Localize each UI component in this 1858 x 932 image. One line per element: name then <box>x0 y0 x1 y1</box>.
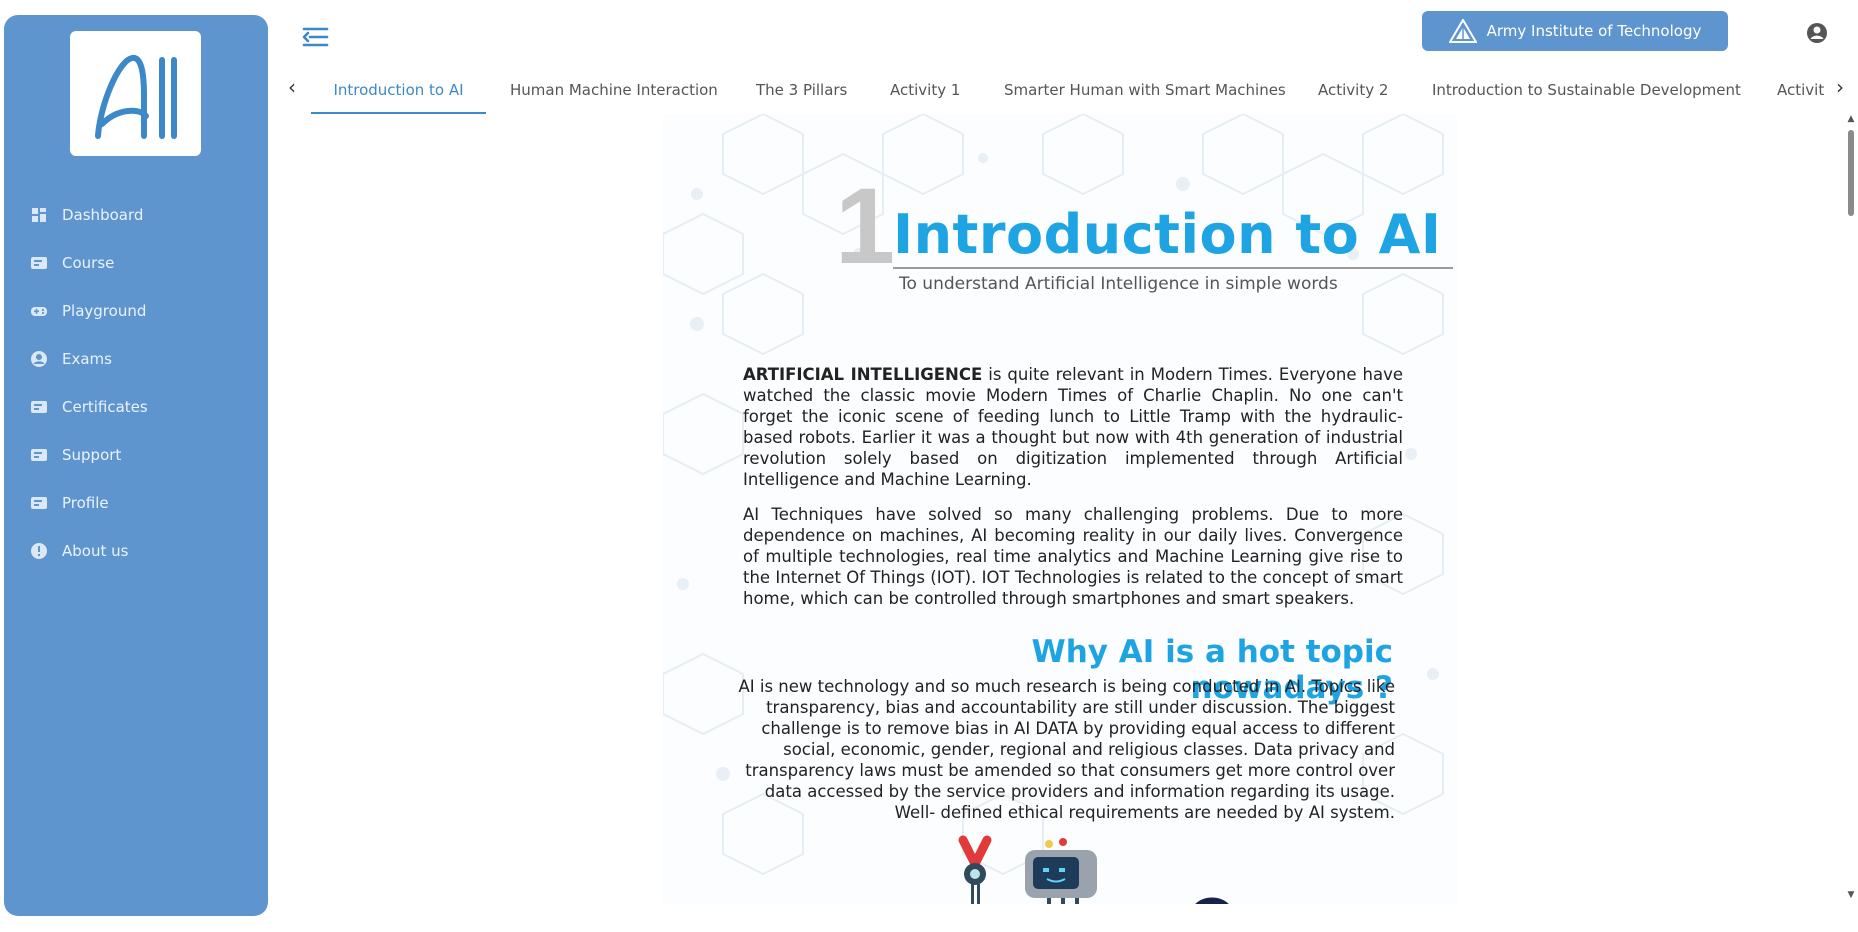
sidebar-item-about-us[interactable]: About us <box>4 527 268 575</box>
tab-smarter-human[interactable]: Smarter Human with Smart Machines <box>1004 68 1286 112</box>
tab-label: Activity 2 <box>1318 81 1389 99</box>
tab-label: Activit <box>1777 81 1825 99</box>
sidebar-item-playground[interactable]: Playground <box>4 287 268 335</box>
sidebar-item-label: Exams <box>62 350 112 368</box>
sidebar-item-certificates[interactable]: Certificates <box>4 383 268 431</box>
sidebar-item-profile[interactable]: Profile <box>4 479 268 527</box>
sidebar-item-label: Certificates <box>62 398 148 416</box>
sidebar-item-label: About us <box>62 542 129 560</box>
dashboard-icon <box>30 206 48 224</box>
tab-human-machine-interaction[interactable]: Human Machine Interaction <box>510 68 718 112</box>
sidebar-item-support[interactable]: Support <box>4 431 268 479</box>
certificate-icon <box>30 398 48 416</box>
exam-icon <box>30 350 48 368</box>
tab-label: Introduction to Sustainable Development <box>1432 81 1741 99</box>
scroll-thumb[interactable] <box>1848 130 1854 216</box>
sidebar-item-course[interactable]: Course <box>4 239 268 287</box>
menu-collapse-button[interactable] <box>300 22 330 52</box>
tab-activity-3[interactable]: Activit <box>1777 68 1824 112</box>
tab-label: The 3 Pillars <box>756 81 848 99</box>
tab-introduction-to-ai[interactable]: Introduction to AI <box>311 68 486 114</box>
organization-name: Army Institute of Technology <box>1486 22 1702 40</box>
lesson-page: 1 Introduction to AI To understand Artif… <box>663 114 1457 904</box>
sidebar-item-label: Playground <box>62 302 147 320</box>
organization-logo-icon <box>1448 19 1477 43</box>
scroll-down-icon[interactable]: ▼ <box>1846 890 1856 900</box>
paragraph-2: AI Techniques have solved so many challe… <box>743 505 1403 608</box>
info-icon <box>30 542 48 560</box>
sidebar-item-label: Profile <box>62 494 109 512</box>
sidebar-nav: Dashboard Course Playground Exams Certif… <box>4 191 268 575</box>
tab-label: Activity 1 <box>890 81 961 99</box>
sidebar-item-exams[interactable]: Exams <box>4 335 268 383</box>
tabs-scroll-right-button[interactable]: › <box>1830 70 1850 104</box>
course-icon <box>30 254 48 272</box>
tab-introduction-to-sustainable-development[interactable]: Introduction to Sustainable Development <box>1432 68 1741 112</box>
tab-label: Smarter Human with Smart Machines <box>1004 81 1286 99</box>
app-logo[interactable]: AI <box>70 31 201 156</box>
paragraph-1: ARTIFICIAL INTELLIGENCE is quite relevan… <box>743 364 1403 490</box>
sidebar-item-dashboard[interactable]: Dashboard <box>4 191 268 239</box>
tab-label: Introduction to AI <box>333 81 464 99</box>
ai-logo-icon <box>94 54 177 139</box>
scroll-up-icon[interactable]: ▲ <box>1846 114 1856 124</box>
gamepad-icon <box>30 302 48 320</box>
tab-label: Human Machine Interaction <box>510 81 718 99</box>
account-circle-icon <box>1807 23 1827 43</box>
chevron-right-icon: › <box>1836 75 1844 99</box>
page-scrollbar[interactable] <box>1844 118 1858 904</box>
chapter-title: Introduction to AI <box>893 203 1442 266</box>
sidebar-item-label: Course <box>62 254 115 272</box>
tab-the-3-pillars[interactable]: The 3 Pillars <box>756 68 847 112</box>
chapter-tabs: Introduction to AI Human Machine Interac… <box>284 68 1840 114</box>
organization-button[interactable]: Army Institute of Technology <box>1422 11 1728 51</box>
tab-activity-2[interactable]: Activity 2 <box>1318 68 1388 112</box>
paragraph-3: AI is new technology and so much researc… <box>738 677 1395 822</box>
menu-collapse-icon <box>302 27 329 47</box>
sidebar-item-label: Dashboard <box>62 206 144 224</box>
chapter-number: 1 <box>835 165 896 286</box>
profile-icon <box>30 494 48 512</box>
chapter-subtitle: To understand Artificial Intelligence in… <box>899 274 1338 294</box>
title-underline <box>893 267 1453 269</box>
support-icon <box>30 446 48 464</box>
paragraph-1-bold: ARTIFICIAL INTELLIGENCE <box>743 365 983 384</box>
tab-activity-1[interactable]: Activity 1 <box>890 68 960 112</box>
robot-illustration <box>958 835 1229 904</box>
sidebar-item-label: Support <box>62 446 122 464</box>
account-button[interactable] <box>1806 22 1828 44</box>
sidebar: AI Dashboard Course Playground Exams <box>4 15 268 916</box>
